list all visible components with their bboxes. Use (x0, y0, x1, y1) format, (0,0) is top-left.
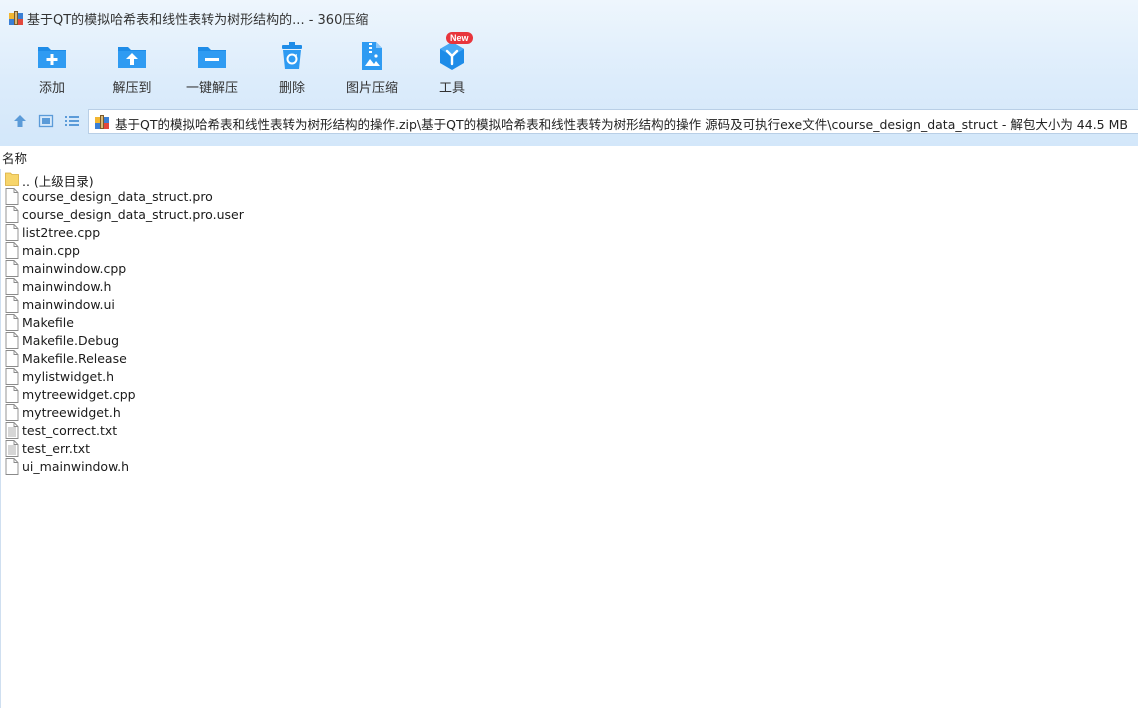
list-item[interactable]: mainwindow.cpp (5, 260, 405, 278)
file-name: mytreewidget.cpp (22, 387, 136, 402)
one-click-extract-icon (198, 47, 226, 68)
list-item[interactable]: Makefile.Release (5, 350, 405, 368)
folder-icon (5, 172, 19, 186)
list-item[interactable]: course_design_data_struct.pro.user (5, 206, 405, 224)
image-compress-icon (362, 42, 382, 70)
recycle-bin-icon (282, 42, 302, 69)
add-label: 添加 (38, 81, 65, 96)
file-icon (5, 224, 19, 241)
window-title: 基于QT的模拟哈希表和线性表转为树形结构的... - 360压缩 (27, 13, 369, 28)
file-name: course_design_data_struct.pro (22, 189, 213, 204)
file-name: Makefile.Release (22, 351, 127, 366)
list-header: 名称 (0, 146, 1138, 166)
file-name: list2tree.cpp (22, 225, 101, 240)
tools-cube-icon (440, 42, 464, 70)
address-bar[interactable]: 基于QT的模拟哈希表和线性表转为树形结构的操作.zip\基于QT的模拟哈希表和线… (88, 109, 1138, 134)
file-name: test_correct.txt (22, 423, 118, 438)
file-name: mylistwidget.h (22, 369, 114, 384)
file-icon (5, 368, 19, 385)
file-icon (5, 350, 19, 367)
list-item[interactable]: main.cpp (5, 242, 405, 260)
up-arrow-icon[interactable] (12, 113, 28, 129)
extract-to-button[interactable]: 解压到 (92, 38, 172, 98)
extract-to-label: 解压到 (112, 81, 152, 96)
title-bar: 基于QT的模拟哈希表和线性表转为树形结构的... - 360压缩 (0, 0, 1138, 34)
list-item[interactable]: mainwindow.h (5, 278, 405, 296)
delete-label: 删除 (278, 81, 305, 96)
file-icon (5, 260, 19, 277)
extract-to-icon (118, 47, 146, 68)
list-item[interactable]: Makefile.Debug (5, 332, 405, 350)
list-item[interactable]: Makefile (5, 314, 405, 332)
list-item[interactable]: test_correct.txt (5, 422, 405, 440)
list-item[interactable]: mylistwidget.h (5, 368, 405, 386)
file-name: test_err.txt (22, 441, 91, 456)
column-header-name[interactable]: 名称 (2, 148, 27, 167)
file-icon (5, 296, 19, 313)
thumbnail-view-icon[interactable] (38, 113, 54, 129)
list-item[interactable]: mainwindow.ui (5, 296, 405, 314)
one-click-extract-label: 一键解压 (185, 81, 238, 96)
file-name: main.cpp (22, 243, 80, 258)
file-icon (5, 242, 19, 259)
list-item[interactable]: .. (上级目录) (5, 170, 405, 189)
window-chrome: 基于QT的模拟哈希表和线性表转为树形结构的... - 360压缩 添加 解压到 … (0, 0, 1138, 146)
list-item[interactable]: ui_mainwindow.h (5, 458, 405, 476)
archive-app-icon (9, 11, 23, 25)
tools-button[interactable]: New 工具 (412, 32, 492, 98)
file-name: mainwindow.ui (22, 297, 115, 312)
file-name: mytreewidget.h (22, 405, 121, 420)
file-icon (5, 386, 19, 403)
add-button[interactable]: 添加 (12, 38, 92, 98)
list-item[interactable]: mytreewidget.h (5, 404, 405, 422)
one-click-extract-button[interactable]: 一键解压 (172, 38, 252, 98)
file-icon (5, 314, 19, 331)
file-name: mainwindow.cpp (22, 261, 127, 276)
delete-button[interactable]: 删除 (252, 38, 332, 98)
list-item[interactable]: test_err.txt (5, 440, 405, 458)
file-name: Makefile.Debug (22, 333, 120, 348)
file-name: ui_mainwindow.h (22, 459, 130, 474)
tools-label: 工具 (438, 81, 465, 96)
file-icon (5, 332, 19, 349)
add-folder-icon (38, 47, 66, 68)
new-badge: New (446, 32, 473, 44)
file-list: .. (上级目录) course_design_data_struct.proco… (0, 169, 1138, 708)
file-icon (5, 206, 19, 223)
file-name: Makefile (22, 315, 74, 330)
file-icon (5, 458, 19, 475)
archive-icon (95, 115, 109, 129)
list-item[interactable]: course_design_data_struct.pro (5, 188, 405, 206)
list-item[interactable]: list2tree.cpp (5, 224, 405, 242)
address-path: 基于QT的模拟哈希表和线性表转为树形结构的操作.zip\基于QT的模拟哈希表和线… (115, 117, 1128, 132)
image-compress-button[interactable]: 图片压缩 (332, 38, 412, 98)
image-compress-label: 图片压缩 (345, 81, 398, 96)
file-icon (5, 188, 19, 205)
file-icon (5, 278, 19, 295)
file-name: mainwindow.h (22, 279, 112, 294)
text-file-icon (5, 440, 19, 457)
file-name: course_design_data_struct.pro.user (22, 207, 244, 222)
list-item[interactable]: mytreewidget.cpp (5, 386, 405, 404)
text-file-icon (5, 422, 19, 439)
file-icon (5, 404, 19, 421)
list-view-icon[interactable] (64, 113, 80, 129)
